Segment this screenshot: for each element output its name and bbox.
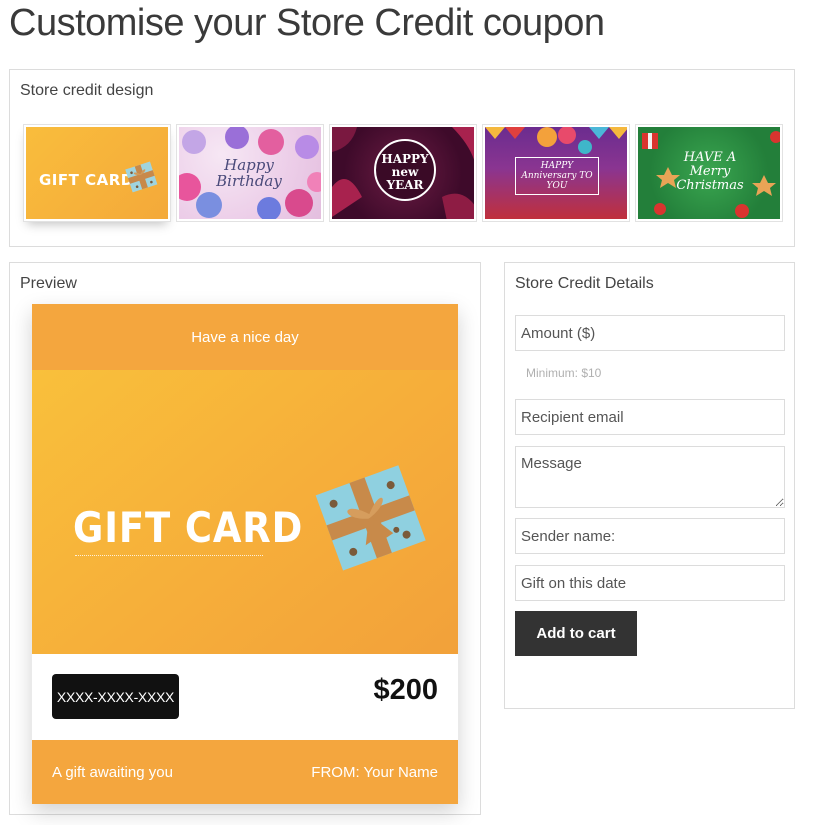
design-panel: Store credit design GIFT CARD Happy Birt… <box>9 69 795 247</box>
thumb-anniversary-label: HAPPY Anniversary TO YOU <box>521 161 593 191</box>
design-thumb-happy-new-year[interactable]: HAPPY new YEAR <box>329 124 477 222</box>
card-bottom-message: A gift awaiting you <box>52 764 173 781</box>
card-bottom-banner: A gift awaiting you FROM: Your Name <box>32 740 458 804</box>
card-code-section: XXXX-XXXX-XXXX $200 <box>32 654 458 740</box>
card-hero-title: GIFT CARD <box>73 503 304 552</box>
message-textarea[interactable] <box>515 446 785 508</box>
card-amount: $200 <box>373 674 438 706</box>
gift-card-preview: Have a nice day GIFT CARD XXXX-XXXX-XXXX… <box>32 304 458 804</box>
minimum-hint: Minimum: $10 <box>526 366 602 380</box>
design-thumb-gift-card[interactable]: GIFT CARD <box>23 124 171 222</box>
thumb-birthday-label: Happy Birthday <box>216 156 282 190</box>
design-thumb-happy-birthday[interactable]: Happy Birthday <box>176 124 324 222</box>
gift-box-icon <box>315 465 426 571</box>
gift-box-icon <box>125 161 158 193</box>
design-thumb-happy-anniversary[interactable]: HAPPY Anniversary TO YOU <box>482 124 630 222</box>
sender-name-input[interactable] <box>515 518 785 554</box>
amount-input[interactable] <box>515 315 785 351</box>
thumb-gift-card-label: GIFT CARD <box>39 171 134 189</box>
details-panel: Store Credit Details Minimum: $10 Add to… <box>504 262 795 709</box>
coupon-code-badge: XXXX-XXXX-XXXX <box>52 674 179 719</box>
gift-date-input[interactable] <box>515 565 785 601</box>
preview-panel: Preview Have a nice day GIFT CARD XXXX-X… <box>9 262 481 815</box>
card-top-message: Have a nice day <box>191 328 299 346</box>
recipient-email-input[interactable] <box>515 399 785 435</box>
hero-underline <box>75 555 263 556</box>
preview-panel-title: Preview <box>20 275 77 292</box>
thumb-christmas-label: HAVE A Merry Christmas <box>676 150 744 193</box>
add-to-cart-button[interactable]: Add to cart <box>515 611 637 656</box>
thumb-new-year-label: HAPPY new YEAR <box>381 152 429 192</box>
card-hero: GIFT CARD <box>32 370 458 654</box>
design-panel-title: Store credit design <box>20 82 154 99</box>
design-thumb-merry-christmas[interactable]: HAVE A Merry Christmas <box>635 124 783 222</box>
page-title: Customise your Store Credit coupon <box>9 2 605 44</box>
card-sender: FROM: Your Name <box>311 764 438 781</box>
details-panel-title: Store Credit Details <box>515 275 654 292</box>
card-top-banner: Have a nice day <box>32 304 458 370</box>
